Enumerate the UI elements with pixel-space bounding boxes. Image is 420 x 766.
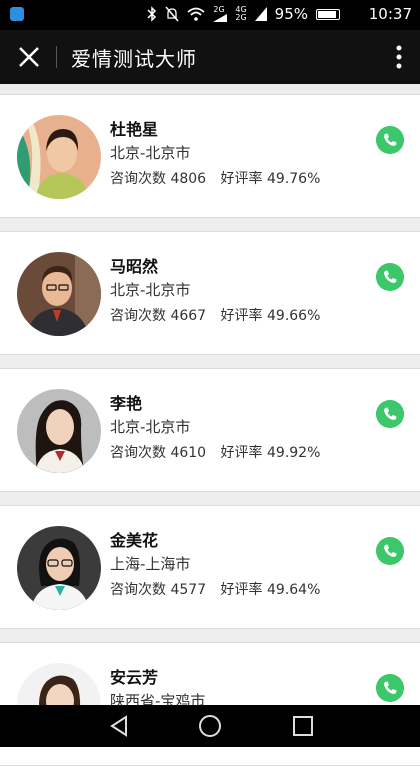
phone-icon[interactable]	[376, 400, 404, 428]
counselor-stats: 咨询次数 4577 好评率 49.64%	[110, 579, 320, 599]
counselor-card[interactable]: 金美花 上海-上海市 咨询次数 4577 好评率 49.64%	[0, 505, 420, 629]
rating-value: 49.64%	[267, 582, 321, 598]
avatar	[17, 252, 101, 336]
counselor-card[interactable]: 安云芳 陕西省-宝鸡市	[0, 642, 420, 766]
consult-label: 咨询次数	[110, 445, 166, 461]
counselor-card[interactable]: 杜艳星 北京-北京市 咨询次数 4806 好评率 49.76%	[0, 94, 420, 218]
counselor-name: 安云芳	[110, 668, 159, 687]
system-nav-bar	[0, 705, 420, 747]
counselor-stats: 咨询次数 4667 好评率 49.66%	[110, 305, 320, 325]
battery-percent: 95%	[274, 5, 308, 23]
consult-count: 4577	[170, 582, 207, 598]
counselor-location: 北京-北京市	[110, 281, 191, 299]
phone-icon[interactable]	[376, 674, 404, 702]
more-options-icon[interactable]	[392, 42, 406, 72]
signal-bars-icon	[254, 7, 267, 21]
close-icon[interactable]	[14, 42, 44, 72]
consult-count: 4806	[170, 171, 207, 187]
avatar	[17, 115, 101, 199]
avatar	[17, 389, 101, 473]
battery-level	[318, 10, 336, 18]
status-bar: 2G 4G 2G 95% 10:37	[0, 0, 420, 30]
rating-value: 49.92%	[267, 445, 321, 461]
avatar	[17, 526, 101, 610]
counselor-name: 李艳	[110, 394, 143, 413]
title-divider	[56, 46, 57, 68]
counselor-card[interactable]: 马昭然 北京-北京市 咨询次数 4667 好评率 49.66%	[0, 231, 420, 355]
rating-label: 好评率	[220, 308, 263, 324]
consult-count: 4610	[170, 445, 207, 461]
counselor-location: 上海-上海市	[110, 555, 191, 573]
counselor-location: 北京-北京市	[110, 418, 191, 436]
consult-label: 咨询次数	[110, 582, 166, 598]
rating-value: 49.76%	[267, 171, 321, 187]
rating-label: 好评率	[220, 445, 263, 461]
recent-apps-icon[interactable]	[292, 714, 314, 738]
phone-icon[interactable]	[376, 537, 404, 565]
counselor-name: 杜艳星	[110, 120, 159, 139]
counselor-stats: 咨询次数 4806 好评率 49.76%	[110, 168, 320, 188]
phone-icon[interactable]	[376, 263, 404, 291]
home-icon[interactable]	[198, 714, 222, 738]
bluetooth-icon	[147, 6, 157, 22]
title-bar: 爱情测试大师	[0, 30, 420, 84]
counselor-stats: 咨询次数 4610 好评率 49.92%	[110, 442, 320, 462]
consult-label: 咨询次数	[110, 171, 166, 187]
back-icon[interactable]	[108, 714, 130, 738]
page-title: 爱情测试大师	[71, 47, 197, 71]
rating-label: 好评率	[220, 171, 263, 187]
wifi-icon	[187, 7, 205, 21]
mute-icon	[165, 6, 179, 22]
signal-icon	[213, 14, 228, 22]
rating-value: 49.66%	[267, 308, 321, 324]
counselor-name: 马昭然	[110, 257, 159, 276]
battery-icon	[316, 8, 340, 20]
consult-label: 咨询次数	[110, 308, 166, 324]
phone-icon[interactable]	[376, 126, 404, 154]
app-notification-icon	[10, 7, 24, 21]
status-icons: 2G 4G 2G 95%	[147, 5, 340, 23]
counselor-card[interactable]: 李艳 北京-北京市 咨询次数 4610 好评率 49.92%	[0, 368, 420, 492]
counselor-name: 金美花	[110, 531, 159, 550]
consult-count: 4667	[170, 308, 207, 324]
clock: 10:37	[368, 5, 412, 23]
signal-4g-indicator: 4G 2G	[235, 5, 247, 22]
signal-2g-indicator: 2G	[213, 6, 228, 22]
counselor-location: 北京-北京市	[110, 144, 191, 162]
rating-label: 好评率	[220, 582, 263, 598]
